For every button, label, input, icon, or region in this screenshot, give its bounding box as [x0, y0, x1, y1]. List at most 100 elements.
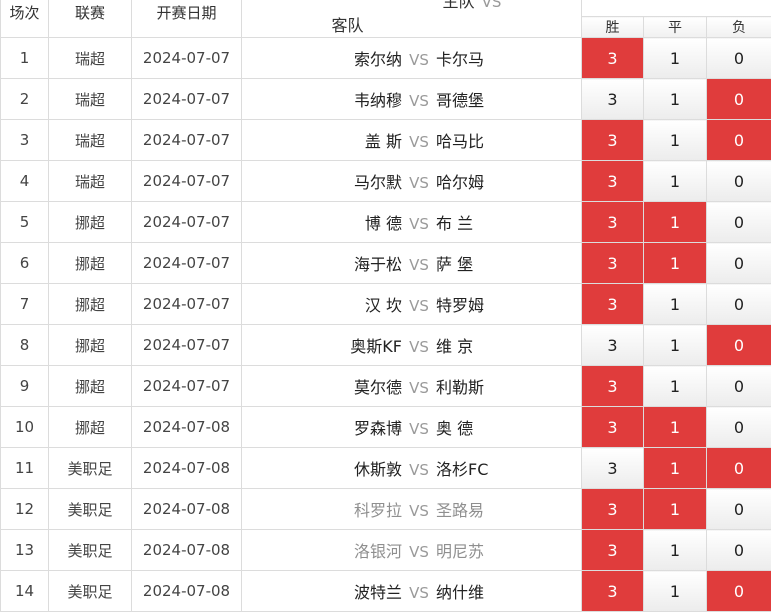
match-number: 12: [0, 488, 49, 530]
match-league: 挪超: [48, 283, 132, 325]
match-date: 2024-07-07: [131, 78, 242, 120]
match-date: 2024-07-08: [131, 570, 242, 612]
option-loss[interactable]: 0: [705, 37, 771, 79]
match-league: 挪超: [48, 365, 132, 407]
match-number: 3: [0, 119, 49, 161]
table-row: 5 挪超 2024-07-07 博 德 VS 布 兰310: [0, 201, 771, 243]
option-draw[interactable]: 1: [643, 283, 707, 325]
away-team: 哈马比: [436, 132, 485, 151]
option-loss[interactable]: 0: [705, 365, 771, 407]
option-draw[interactable]: 1: [643, 365, 707, 407]
match-teams: 博 德 VS 布 兰: [241, 201, 582, 243]
odds-header-group: [581, 0, 771, 17]
vs-label: VS: [409, 379, 429, 397]
option-draw[interactable]: 1: [643, 488, 707, 530]
match-list-panel: 场次 联赛 开赛日期 主队 VS客队 胜 平 负 1 瑞超 2024-07-07 索尔纳…: [0, 0, 771, 612]
option-draw[interactable]: 1: [643, 201, 707, 243]
match-date: 2024-07-07: [131, 324, 242, 366]
option-draw[interactable]: 1: [643, 242, 707, 284]
table-row: 2 瑞超 2024-07-07 韦纳穆 VS 哥德堡 3 1 0: [0, 78, 771, 120]
home-team: 汉 坎: [364, 296, 402, 315]
match-teams: 休斯敦 VS 洛杉FC: [241, 447, 582, 489]
option-loss[interactable]: 0: [705, 529, 771, 571]
match-number: 1: [0, 37, 49, 79]
match-teams: 莫尔德 VS 利勒斯: [241, 365, 582, 407]
vs-label: VS: [409, 92, 429, 110]
match-teams: 韦纳穆 VS 哥德堡: [241, 78, 582, 120]
option-draw[interactable]: 1: [643, 447, 707, 489]
option-draw[interactable]: 1: [643, 406, 707, 448]
match-teams: 洛银河 VS 明尼苏: [241, 529, 582, 571]
match-number: 14: [0, 570, 49, 612]
option-draw[interactable]: 1: [643, 37, 707, 79]
option-loss[interactable]: 0: [705, 488, 771, 530]
match-date: 2024-07-07: [131, 242, 242, 284]
match-teams: 科罗拉 VS 圣路易: [241, 488, 582, 530]
col-header-away: 客队: [331, 16, 364, 35]
match-date: 2024-07-07: [131, 37, 242, 79]
vs-label: VS: [409, 543, 429, 561]
match-number: 2: [0, 78, 49, 120]
option-draw[interactable]: 1: [643, 78, 707, 120]
col-header-league: 联赛: [48, 0, 132, 38]
table-row: 10 挪超 2024-07-08 罗森博 VS 奥 德310: [0, 406, 771, 448]
home-team: 休斯敦: [353, 460, 402, 479]
table-row: 14 美职足 2024-07-08 波特兰 VS 纳什维 3 1 0: [0, 570, 771, 612]
option-loss[interactable]: 0: [705, 119, 771, 161]
match-teams: 海于松 VS 萨 堡: [241, 242, 582, 284]
header-row: 场次 联赛 开赛日期 主队 VS 客队: [0, 0, 771, 38]
match-league: 瑞超: [48, 160, 132, 202]
match-number: 13: [0, 529, 49, 571]
option-draw[interactable]: 1: [643, 529, 707, 571]
option-loss[interactable]: 0: [705, 570, 771, 612]
home-team: 波特兰: [353, 583, 402, 602]
vs-label: VS: [409, 133, 429, 151]
home-team: 罗森博: [353, 419, 402, 438]
vs-label: VS: [409, 338, 429, 356]
option-draw[interactable]: 1: [643, 119, 707, 161]
match-date: 2024-07-07: [131, 160, 242, 202]
col-header-vs: VS: [481, 0, 502, 11]
option-loss[interactable]: 0: [705, 201, 771, 243]
option-loss[interactable]: 0: [705, 78, 771, 120]
match-number: 7: [0, 283, 49, 325]
match-league: 美职足: [48, 488, 132, 530]
option-loss[interactable]: 0: [705, 283, 771, 325]
match-league: 挪超: [48, 201, 132, 243]
away-team: 特罗姆: [436, 296, 485, 315]
table-row: 9 挪超 2024-07-07 莫尔德 VS 利勒斯 3 1 0: [0, 365, 771, 407]
away-team: 纳什维: [436, 583, 485, 602]
option-loss[interactable]: 0: [705, 406, 771, 448]
option-draw[interactable]: 1: [643, 160, 707, 202]
option-loss[interactable]: 0: [705, 447, 771, 489]
option-loss[interactable]: 0: [705, 324, 771, 366]
match-date: 2024-07-07: [131, 201, 242, 243]
option-loss[interactable]: 0: [705, 160, 771, 202]
away-team: 哈尔姆: [436, 173, 485, 192]
match-league: 美职足: [48, 570, 132, 612]
home-team: 博 德: [364, 214, 402, 233]
away-team: 圣路易: [436, 501, 485, 520]
vs-label: VS: [409, 174, 429, 192]
match-league: 美职足: [48, 447, 132, 489]
option-draw[interactable]: 1: [643, 570, 707, 612]
option-draw[interactable]: 1: [643, 324, 707, 366]
match-date: 2024-07-08: [131, 488, 242, 530]
vs-label: VS: [409, 502, 429, 520]
match-date: 2024-07-07: [131, 365, 242, 407]
home-team: 洛银河: [353, 542, 402, 561]
away-team: 奥 德: [436, 419, 474, 438]
table-row: 4 瑞超 2024-07-07 马尔默 VS 哈尔姆 3 1 0: [0, 160, 771, 202]
col-header-loss: 负: [705, 16, 771, 38]
col-header-teams: 主队 VS 客队: [241, 0, 582, 38]
match-league: 瑞超: [48, 37, 132, 79]
away-team: 卡尔马: [436, 50, 485, 69]
col-header-draw: 平: [643, 16, 707, 38]
vs-label: VS: [409, 51, 429, 69]
match-number: 5: [0, 201, 49, 243]
match-number: 11: [0, 447, 49, 489]
vs-label: VS: [409, 215, 429, 233]
match-league: 挪超: [48, 406, 132, 448]
col-header-home: 主队: [442, 0, 475, 11]
option-loss[interactable]: 0: [705, 242, 771, 284]
